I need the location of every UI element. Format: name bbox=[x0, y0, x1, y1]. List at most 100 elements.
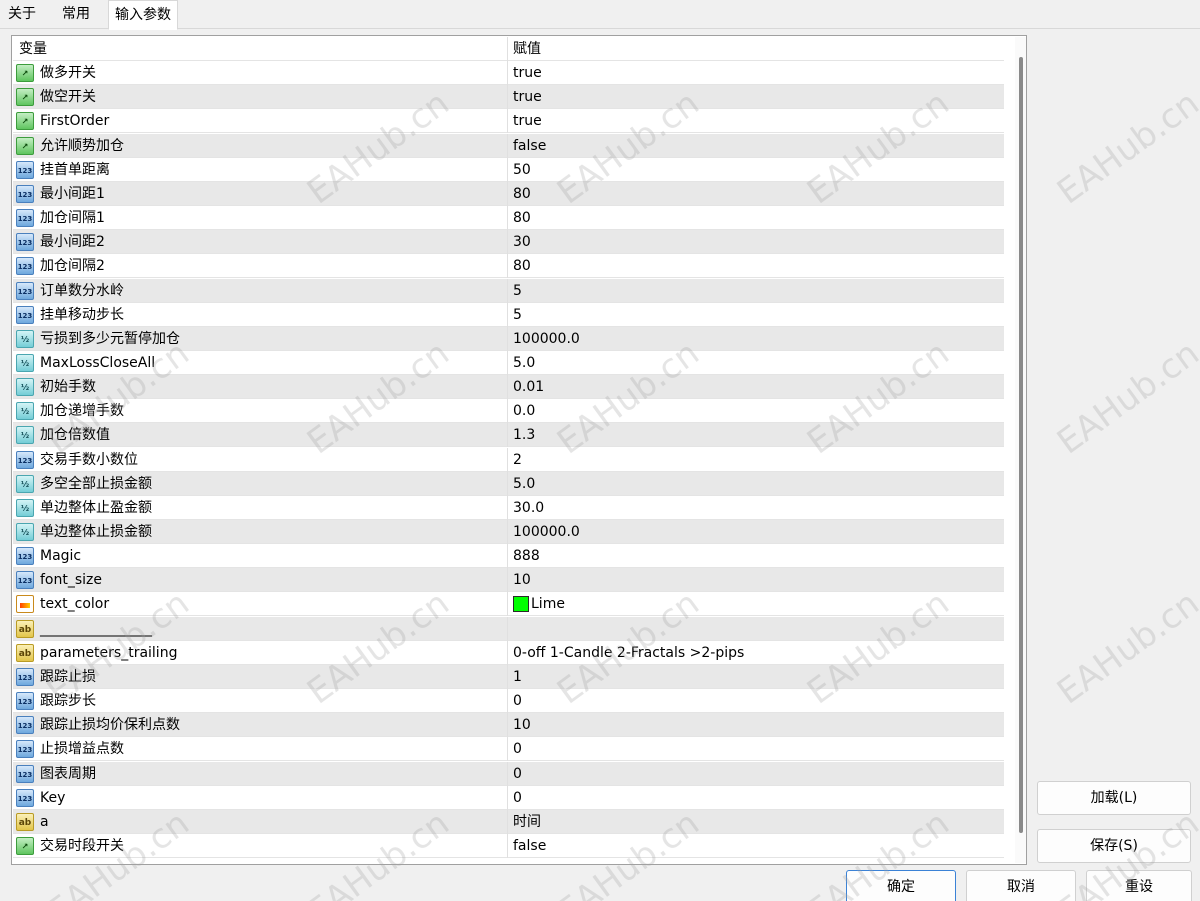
param-value-cell[interactable]: true bbox=[509, 85, 1003, 109]
param-value-cell[interactable]: true bbox=[509, 109, 1003, 133]
param-name-cell[interactable]: ↗ FirstOrder bbox=[13, 109, 508, 133]
param-name-cell[interactable]: ½ 亏损到多少元暂停加仓 bbox=[13, 327, 508, 351]
param-value-cell[interactable]: 0 bbox=[509, 762, 1003, 786]
scrollbar-thumb[interactable] bbox=[1019, 57, 1023, 833]
tab-common[interactable]: 常用 bbox=[56, 2, 96, 29]
param-name-cell[interactable]: 123 跟踪止损均价保利点数 bbox=[13, 713, 508, 737]
param-name-cell[interactable]: 123 加仓间隔2 bbox=[13, 254, 508, 278]
table-row[interactable]: ½ 加仓倍数值 1.3 bbox=[13, 423, 1004, 447]
param-name-cell[interactable]: 123 挂首单距离 bbox=[13, 158, 508, 182]
param-value-cell[interactable]: 5.0 bbox=[509, 472, 1003, 496]
load-button[interactable]: 加载(L) bbox=[1037, 781, 1191, 815]
param-value-cell[interactable]: 50 bbox=[509, 158, 1003, 182]
param-name-cell[interactable]: 123 Key bbox=[13, 786, 508, 810]
table-row[interactable]: ↗ FirstOrder true bbox=[13, 109, 1004, 133]
param-value-cell[interactable]: 10 bbox=[509, 568, 1003, 592]
table-row[interactable]: ↗ 做多开关 true bbox=[13, 61, 1004, 85]
param-name-cell[interactable]: 123 最小间距2 bbox=[13, 230, 508, 254]
table-row[interactable]: ½ 多空全部止损金额 5.0 bbox=[13, 472, 1004, 496]
param-value-cell[interactable]: 5 bbox=[509, 279, 1003, 303]
param-value-cell[interactable]: 5 bbox=[509, 303, 1003, 327]
table-row[interactable]: 123 图表周期 0 bbox=[13, 762, 1004, 786]
param-name-cell[interactable]: 123 font_size bbox=[13, 568, 508, 592]
param-value-cell[interactable]: 80 bbox=[509, 254, 1003, 278]
param-value-cell[interactable]: 0.01 bbox=[509, 375, 1003, 399]
param-value-cell[interactable]: 1.3 bbox=[509, 423, 1003, 447]
table-row[interactable]: ½ 初始手数 0.01 bbox=[13, 375, 1004, 399]
param-value-cell[interactable]: 0 bbox=[509, 689, 1003, 713]
table-row[interactable]: 123 挂单移动步长 5 bbox=[13, 303, 1004, 327]
header-value-cell[interactable]: 赋值 bbox=[509, 37, 1003, 61]
param-value-cell[interactable]: 80 bbox=[509, 182, 1003, 206]
param-name-cell[interactable]: ab parameters_trailing bbox=[13, 641, 508, 665]
param-name-cell[interactable]: ab a bbox=[13, 810, 508, 834]
param-name-cell[interactable]: ↗ 做空开关 bbox=[13, 85, 508, 109]
table-row[interactable]: 123 Magic 888 bbox=[13, 544, 1004, 568]
table-row[interactable]: ½ 单边整体止盈金额 30.0 bbox=[13, 496, 1004, 520]
table-row[interactable]: 123 最小间距1 80 bbox=[13, 182, 1004, 206]
table-row[interactable]: 123 订单数分水岭 5 bbox=[13, 279, 1004, 303]
table-row[interactable]: 123 跟踪止损均价保利点数 10 bbox=[13, 713, 1004, 737]
param-name-cell[interactable]: text_color bbox=[13, 592, 508, 616]
param-name-cell[interactable]: ½ 初始手数 bbox=[13, 375, 508, 399]
param-name-cell[interactable]: ½ MaxLossCloseAll bbox=[13, 351, 508, 375]
table-row[interactable]: 123 Key 0 bbox=[13, 786, 1004, 810]
param-value-cell[interactable]: 0 bbox=[509, 737, 1003, 761]
ok-button[interactable]: 确定 bbox=[846, 870, 956, 901]
param-name-cell[interactable]: 123 止损增益点数 bbox=[13, 737, 508, 761]
table-row[interactable]: 123 font_size 10 bbox=[13, 568, 1004, 592]
param-value-cell[interactable]: 2 bbox=[509, 448, 1003, 472]
param-value-cell[interactable]: 888 bbox=[509, 544, 1003, 568]
param-value-cell[interactable]: 0.0 bbox=[509, 399, 1003, 423]
vertical-scrollbar[interactable] bbox=[1015, 37, 1026, 863]
param-value-cell[interactable]: 100000.0 bbox=[509, 520, 1003, 544]
param-value-cell[interactable]: 80 bbox=[509, 206, 1003, 230]
param-value-cell[interactable]: false bbox=[509, 134, 1003, 158]
param-value-cell[interactable]: false bbox=[509, 834, 1003, 858]
tab-about[interactable]: 关于 bbox=[2, 2, 42, 29]
param-name-cell[interactable]: 123 Magic bbox=[13, 544, 508, 568]
param-name-cell[interactable]: ↗ 交易时段开关 bbox=[13, 834, 508, 858]
table-row[interactable]: 123 加仓间隔1 80 bbox=[13, 206, 1004, 230]
param-name-cell[interactable]: 123 订单数分水岭 bbox=[13, 279, 508, 303]
table-row[interactable]: 123 交易手数小数位 2 bbox=[13, 448, 1004, 472]
table-row[interactable]: 123 跟踪止损 1 bbox=[13, 665, 1004, 689]
param-name-cell[interactable]: 123 交易手数小数位 bbox=[13, 448, 508, 472]
tab-inputs[interactable]: 输入参数 bbox=[108, 0, 178, 30]
table-row[interactable]: ab parameters_trailing 0-off 1-Candle 2-Fr… bbox=[13, 641, 1004, 665]
param-name-cell[interactable]: ½ 多空全部止损金额 bbox=[13, 472, 508, 496]
table-row[interactable]: ½ MaxLossCloseAll 5.0 bbox=[13, 351, 1004, 375]
reset-button[interactable]: 重设 bbox=[1086, 870, 1192, 901]
header-name-cell[interactable]: 变量 bbox=[13, 37, 508, 61]
param-value-cell[interactable]: Lime bbox=[509, 592, 1003, 616]
param-value-cell[interactable]: 5.0 bbox=[509, 351, 1003, 375]
table-row[interactable]: ½ 加仓递增手数 0.0 bbox=[13, 399, 1004, 423]
param-value-cell[interactable]: 0-off 1-Candle 2-Fractals >2-pips bbox=[509, 641, 1003, 665]
table-row[interactable]: 123 跟踪步长 0 bbox=[13, 689, 1004, 713]
save-button[interactable]: 保存(S) bbox=[1037, 829, 1191, 863]
table-row[interactable]: text_color Lime bbox=[13, 592, 1004, 616]
table-row[interactable]: 123 止损增益点数 0 bbox=[13, 737, 1004, 761]
table-row[interactable]: ↗ 交易时段开关 false bbox=[13, 834, 1004, 858]
param-value-cell[interactable]: 0 bbox=[509, 786, 1003, 810]
param-name-cell[interactable]: ½ 单边整体止盈金额 bbox=[13, 496, 508, 520]
param-name-cell[interactable]: ab ________________ bbox=[13, 617, 508, 641]
param-value-cell[interactable]: 1 bbox=[509, 665, 1003, 689]
param-name-cell[interactable]: 123 跟踪止损 bbox=[13, 665, 508, 689]
param-value-cell[interactable]: 100000.0 bbox=[509, 327, 1003, 351]
param-name-cell[interactable]: ½ 加仓递增手数 bbox=[13, 399, 508, 423]
table-row[interactable]: ab ________________ bbox=[13, 617, 1004, 641]
table-row[interactable]: 123 挂首单距离 50 bbox=[13, 158, 1004, 182]
cancel-button[interactable]: 取消 bbox=[966, 870, 1076, 901]
param-name-cell[interactable]: 123 图表周期 bbox=[13, 762, 508, 786]
param-value-cell[interactable]: 30 bbox=[509, 230, 1003, 254]
param-name-cell[interactable]: ↗ 做多开关 bbox=[13, 61, 508, 85]
param-value-cell[interactable] bbox=[509, 617, 1003, 641]
table-row[interactable]: ½ 亏损到多少元暂停加仓 100000.0 bbox=[13, 327, 1004, 351]
param-name-cell[interactable]: 123 加仓间隔1 bbox=[13, 206, 508, 230]
param-name-cell[interactable]: 123 挂单移动步长 bbox=[13, 303, 508, 327]
table-row[interactable]: 123 最小间距2 30 bbox=[13, 230, 1004, 254]
param-value-cell[interactable]: 时间 bbox=[509, 810, 1003, 834]
param-name-cell[interactable]: 123 跟踪步长 bbox=[13, 689, 508, 713]
table-row[interactable]: ab a 时间 bbox=[13, 810, 1004, 834]
